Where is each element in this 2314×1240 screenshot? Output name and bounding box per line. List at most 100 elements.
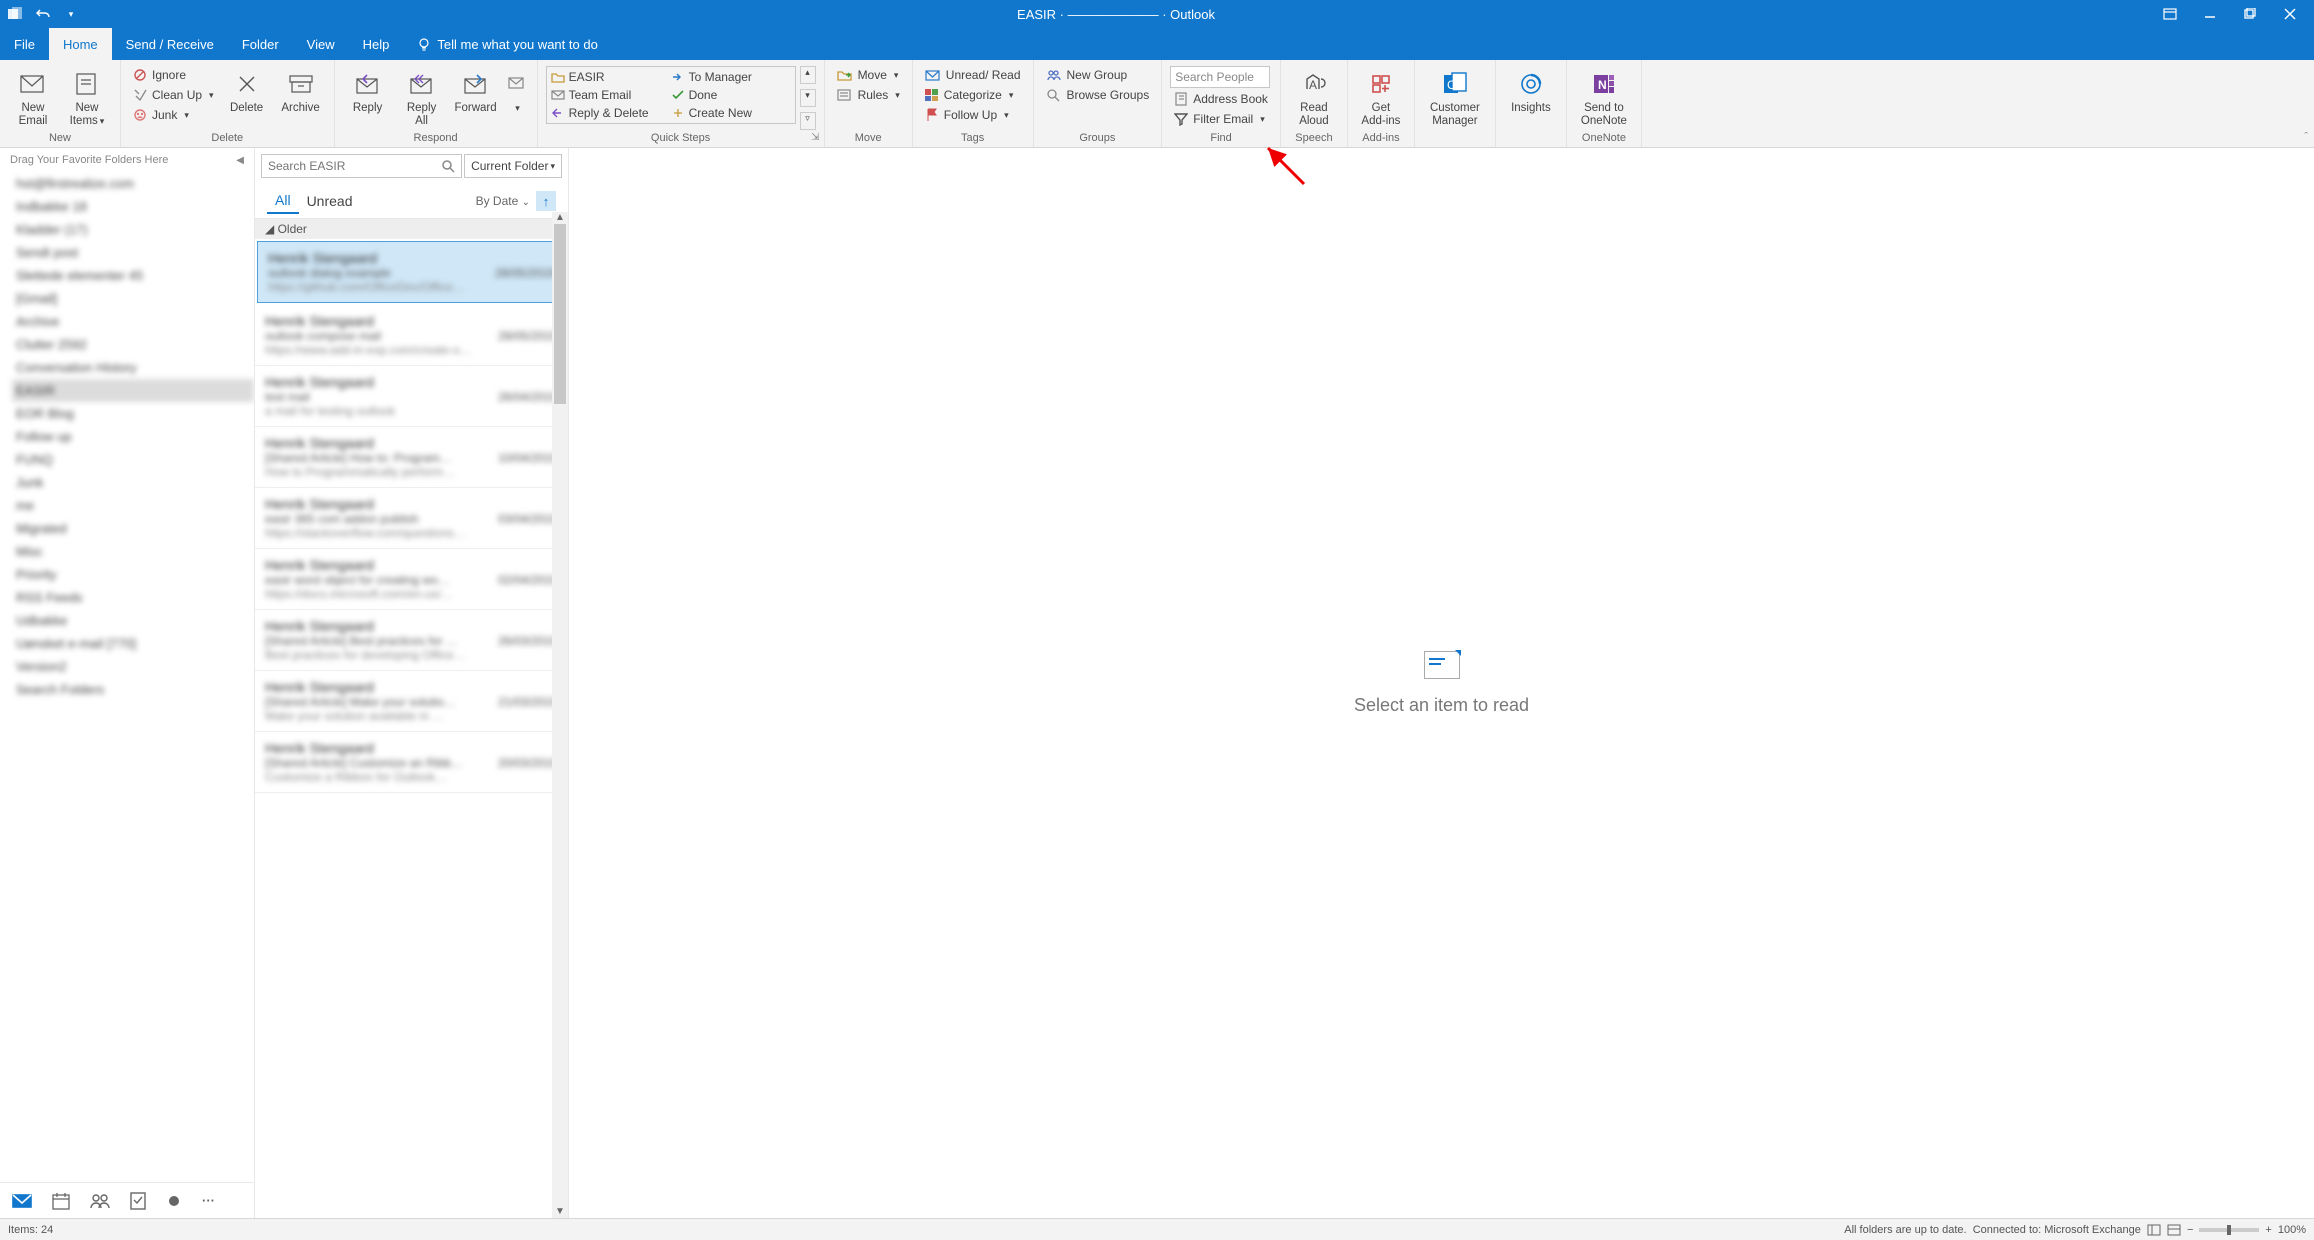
folder-item[interactable]: hst@firstrealize.com <box>12 172 254 195</box>
respond-more-button[interactable]: ▾ <box>505 66 529 117</box>
message-item[interactable]: Henrik Stengaardoutlook compose mail28/0… <box>255 305 568 366</box>
new-items-button[interactable]: New Items▾ <box>62 66 112 130</box>
tab-view[interactable]: View <box>293 28 349 60</box>
close-button[interactable] <box>2270 0 2310 28</box>
ribbon-display-options-icon[interactable] <box>2150 0 2190 28</box>
undo-icon[interactable] <box>32 3 54 25</box>
zoom-in-icon[interactable]: + <box>2265 1224 2271 1236</box>
folder-item[interactable]: RSS Feeds <box>12 586 254 609</box>
view-reading-icon[interactable] <box>2167 1224 2181 1236</box>
collapse-ribbon-icon[interactable]: ˆ <box>2304 131 2308 143</box>
filter-all-tab[interactable]: All <box>267 188 299 214</box>
message-item[interactable]: Henrik Stengaard[Shared Article] How to:… <box>255 427 568 488</box>
folder-item[interactable]: [Gmail] <box>12 287 254 310</box>
maximize-button[interactable] <box>2230 0 2270 28</box>
folder-item[interactable]: Archive <box>12 310 254 333</box>
search-scope-dropdown[interactable]: Current Folder▾ <box>464 154 562 178</box>
reply-all-button[interactable]: Reply All <box>397 66 447 130</box>
folder-item[interactable]: Indbakke 18 <box>12 195 254 218</box>
search-mailbox-input[interactable] <box>261 154 462 178</box>
categorize-button[interactable]: Categorize▾ <box>921 86 1025 104</box>
scroll-thumb[interactable] <box>554 224 566 404</box>
folder-item[interactable]: me <box>12 494 254 517</box>
read-aloud-button[interactable]: A Read Aloud <box>1289 66 1339 130</box>
search-input-field[interactable] <box>268 159 441 173</box>
folder-item[interactable]: Slettede elementer 45 <box>12 264 254 287</box>
zoom-out-icon[interactable]: − <box>2187 1224 2193 1236</box>
qat-customize-icon[interactable]: ▾ <box>60 3 82 25</box>
tab-file[interactable]: File <box>0 28 49 60</box>
folder-item[interactable]: Conversation History <box>12 356 254 379</box>
move-button[interactable]: Move▾ <box>833 66 904 84</box>
filter-unread-tab[interactable]: Unread <box>299 189 361 213</box>
folder-item[interactable]: Sendt post <box>12 241 254 264</box>
quick-steps-gallery[interactable]: EASIR To Manager Team Email Done Reply &… <box>546 66 796 124</box>
folder-item[interactable]: Junk <box>12 471 254 494</box>
minimize-button[interactable] <box>2190 0 2230 28</box>
message-item[interactable]: Henrik Stengaard[Shared Article] Make yo… <box>255 671 568 732</box>
quick-step-item[interactable]: Reply & Delete <box>549 105 667 121</box>
folder-item[interactable]: Uønsket e-mail [770] <box>12 632 254 655</box>
message-item[interactable]: Henrik Stengaardtest mail26/04/2019a mai… <box>255 366 568 427</box>
folder-item[interactable]: Follow up <box>12 425 254 448</box>
folder-item[interactable]: Misc <box>12 540 254 563</box>
folder-item[interactable]: Udbakke <box>12 609 254 632</box>
unread-read-button[interactable]: Unread/ Read <box>921 66 1025 84</box>
tab-folder[interactable]: Folder <box>228 28 293 60</box>
cleanup-button[interactable]: Clean Up▾ <box>129 86 218 104</box>
outlook-app-icon[interactable] <box>4 3 26 25</box>
qs-scroll-down[interactable]: ▾ <box>800 89 816 107</box>
notes-nav-icon[interactable] <box>166 1193 182 1209</box>
quick-step-item[interactable]: Done <box>669 87 787 103</box>
quick-step-item[interactable]: Team Email <box>549 87 667 103</box>
folder-item[interactable]: Clutter 2592 <box>12 333 254 356</box>
nav-more-icon[interactable]: ··· <box>202 1193 215 1208</box>
tab-home[interactable]: Home <box>49 28 112 60</box>
message-item[interactable]: Henrik Stengaard[Shared Article] Customi… <box>255 732 568 793</box>
reply-button[interactable]: Reply <box>343 66 393 117</box>
quick-step-item[interactable]: EASIR <box>549 69 667 85</box>
forward-button[interactable]: Forward <box>451 66 501 117</box>
qs-expand[interactable]: ▿ <box>800 112 816 130</box>
list-group-header[interactable]: ◢ Older <box>255 219 568 239</box>
sort-dropdown[interactable]: By Date ⌄ <box>476 194 530 208</box>
mail-nav-icon[interactable] <box>12 1193 32 1209</box>
browse-groups-button[interactable]: Browse Groups <box>1042 86 1154 104</box>
message-item[interactable]: Henrik Stengaardeasir word object for cr… <box>255 549 568 610</box>
message-item[interactable]: Henrik Stengaard[Shared Article] Best pr… <box>255 610 568 671</box>
calendar-nav-icon[interactable] <box>52 1192 70 1210</box>
zoom-slider[interactable] <box>2199 1228 2259 1232</box>
tab-send-receive[interactable]: Send / Receive <box>112 28 228 60</box>
folder-item[interactable]: Search Folders <box>12 678 254 701</box>
archive-button[interactable]: Archive <box>276 66 326 117</box>
folder-item[interactable]: Migrated <box>12 517 254 540</box>
delete-button[interactable]: Delete <box>222 66 272 117</box>
tab-help[interactable]: Help <box>349 28 404 60</box>
junk-button[interactable]: Junk▾ <box>129 106 218 124</box>
list-scrollbar[interactable]: ▲ ▼ <box>552 212 568 1218</box>
quick-steps-launcher-icon[interactable]: ⇲ <box>811 132 819 143</box>
ignore-button[interactable]: Ignore <box>129 66 218 84</box>
view-normal-icon[interactable] <box>2147 1224 2161 1236</box>
message-item[interactable]: Henrik Stengaardoutlook dialog example28… <box>257 241 566 303</box>
get-addins-button[interactable]: Get Add-ins <box>1356 66 1406 130</box>
customer-manager-button[interactable]: C Customer Manager <box>1423 66 1487 130</box>
followup-button[interactable]: Follow Up▾ <box>921 106 1025 124</box>
new-email-button[interactable]: New Email <box>8 66 58 130</box>
collapse-nav-icon[interactable]: ◀ <box>236 155 244 166</box>
search-people-input[interactable]: Search People <box>1170 66 1270 88</box>
insights-button[interactable]: Insights <box>1504 66 1558 117</box>
new-group-button[interactable]: New Group <box>1042 66 1154 84</box>
folder-item[interactable]: Kladder (17) <box>12 218 254 241</box>
rules-button[interactable]: Rules▾ <box>833 86 904 104</box>
folder-item[interactable]: EOR Blog <box>12 402 254 425</box>
quick-step-item[interactable]: To Manager <box>669 69 787 85</box>
people-nav-icon[interactable] <box>90 1193 110 1209</box>
tasks-nav-icon[interactable] <box>130 1192 146 1210</box>
scroll-up-arrow[interactable]: ▲ <box>552 212 568 224</box>
folder-item[interactable]: FUNQ <box>12 448 254 471</box>
folder-item[interactable]: Version2 <box>12 655 254 678</box>
folder-item[interactable]: EASIR <box>12 379 254 402</box>
qs-scroll-up[interactable]: ▴ <box>800 66 816 84</box>
search-icon[interactable] <box>441 159 455 173</box>
